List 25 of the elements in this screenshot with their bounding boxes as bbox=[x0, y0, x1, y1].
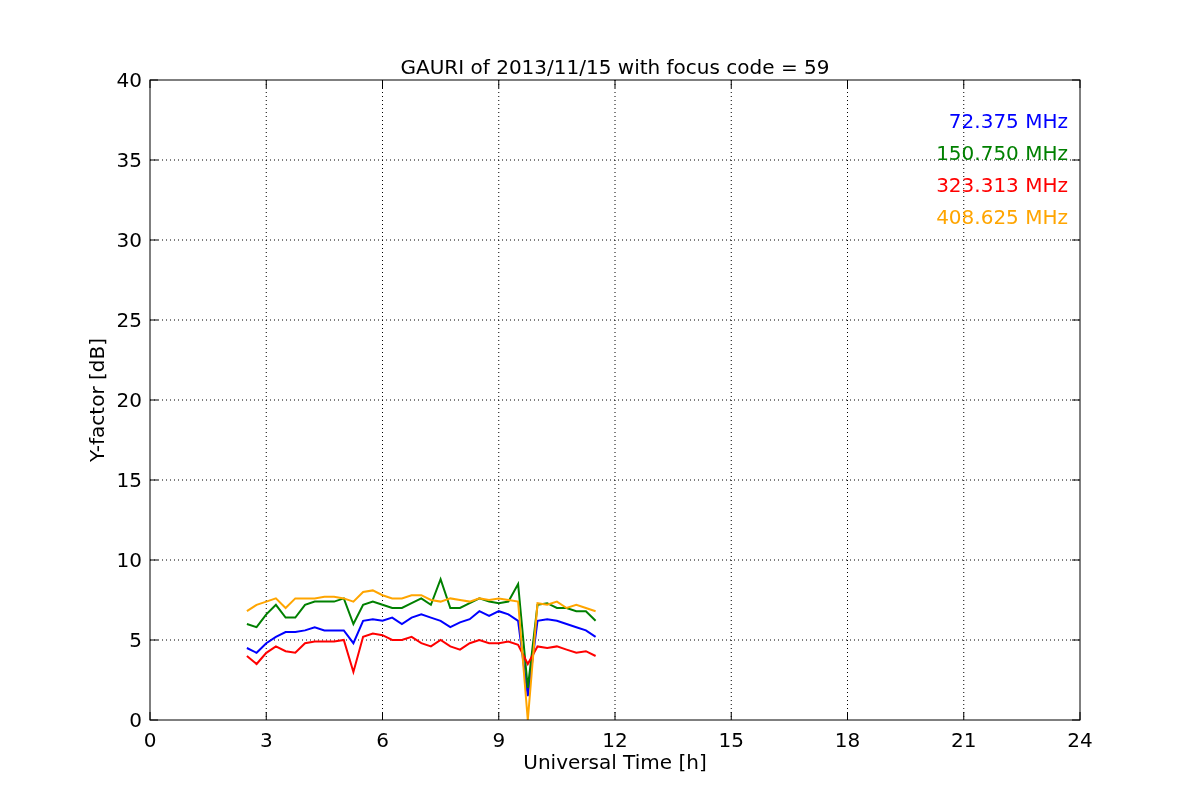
legend-label: 408.625 MHz bbox=[936, 205, 1068, 229]
y-tick-label: 0 bbox=[129, 708, 142, 732]
y-tick-label: 15 bbox=[116, 468, 142, 492]
x-tick-label: 15 bbox=[718, 728, 744, 752]
x-tick-label: 21 bbox=[951, 728, 977, 752]
legend-label: 150.750 MHz bbox=[936, 141, 1068, 165]
y-axis-label: Y-factor [dB] bbox=[85, 338, 109, 462]
x-tick-label: 18 bbox=[834, 728, 861, 752]
y-tick-label: 20 bbox=[116, 388, 142, 412]
chart-title: GAURI of 2013/11/15 with focus code = 59 bbox=[400, 55, 830, 79]
y-tick-label: 40 bbox=[116, 68, 142, 92]
legend-label: 323.313 MHz bbox=[936, 173, 1068, 197]
x-tick-label: 12 bbox=[602, 728, 628, 752]
x-tick-label: 9 bbox=[492, 728, 506, 752]
y-tick-label: 10 bbox=[116, 548, 142, 572]
x-tick-label: 3 bbox=[259, 728, 273, 752]
x-axis-label: Universal Time [h] bbox=[523, 750, 707, 774]
y-tick-label: 25 bbox=[116, 308, 142, 332]
legend-label: 72.375 MHz bbox=[948, 109, 1068, 133]
x-tick-label: 24 bbox=[1067, 728, 1093, 752]
y-tick-label: 30 bbox=[116, 228, 142, 252]
x-tick-label: 6 bbox=[376, 728, 389, 752]
y-tick-label: 5 bbox=[129, 628, 142, 652]
y-tick-label: 35 bbox=[116, 148, 142, 172]
x-tick-label: 0 bbox=[143, 728, 157, 752]
